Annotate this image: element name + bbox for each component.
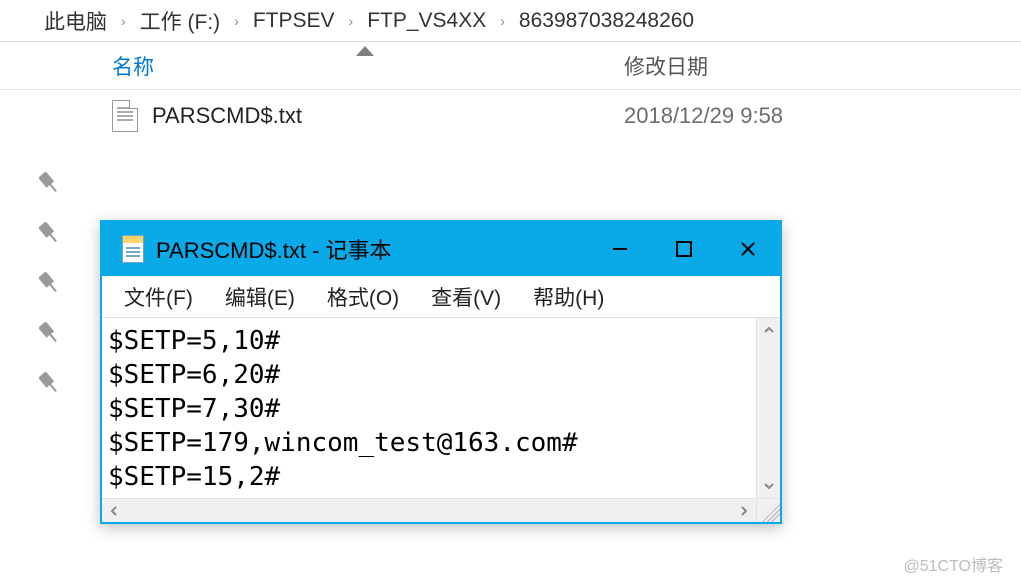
breadcrumb-item[interactable]: FTP_VS4XX — [363, 9, 490, 33]
breadcrumb-item[interactable]: 863987038248260 — [515, 9, 698, 33]
menu-edit[interactable]: 编辑(E) — [209, 278, 311, 316]
column-header-modified-label: 修改日期 — [624, 56, 708, 79]
minimize-button[interactable] — [588, 222, 652, 276]
breadcrumb[interactable]: 此电脑 › 工作 (F:) › FTPSEV › FTP_VS4XX › 863… — [0, 0, 1021, 42]
column-header-name-label: 名称 — [112, 51, 154, 81]
column-header-modified[interactable]: 修改日期 — [624, 51, 884, 81]
pin-icon[interactable] — [34, 168, 65, 199]
menu-view[interactable]: 查看(V) — [415, 278, 517, 316]
chevron-right-icon: › — [224, 13, 249, 29]
vertical-scrollbar[interactable] — [756, 318, 780, 498]
menubar: 文件(F) 编辑(E) 格式(O) 查看(V) 帮助(H) — [102, 276, 780, 318]
watermark: @51CTO博客 — [903, 552, 1003, 576]
titlebar[interactable]: PARSCMD$.txt - 记事本 — [102, 222, 780, 276]
scroll-down-icon[interactable] — [757, 474, 780, 498]
scroll-left-icon[interactable] — [102, 499, 126, 522]
scroll-up-icon[interactable] — [757, 318, 780, 342]
breadcrumb-item[interactable]: 此电脑 — [40, 6, 111, 36]
window-title: PARSCMD$.txt - 记事本 — [156, 233, 392, 265]
pin-icon[interactable] — [34, 318, 65, 349]
text-file-icon — [112, 100, 138, 132]
pin-icon[interactable] — [34, 268, 65, 299]
menu-format[interactable]: 格式(O) — [311, 278, 415, 316]
quick-access-pins — [38, 172, 60, 394]
editor-text[interactable]: $SETP=5,10# $SETP=6,20# $SETP=7,30# $SET… — [102, 318, 756, 498]
chevron-right-icon: › — [490, 13, 515, 29]
pin-icon[interactable] — [34, 218, 65, 249]
resize-grip-icon[interactable] — [756, 498, 780, 522]
file-name: PARSCMD$.txt — [152, 103, 302, 129]
file-row[interactable]: PARSCMD$.txt 2018/12/29 9:58 — [0, 90, 1021, 142]
notepad-icon — [122, 235, 144, 263]
editor-area: $SETP=5,10# $SETP=6,20# $SETP=7,30# $SET… — [102, 318, 780, 498]
sort-ascending-icon — [356, 46, 374, 56]
close-button[interactable] — [716, 222, 780, 276]
breadcrumb-item[interactable]: FTPSEV — [249, 9, 339, 33]
scroll-right-icon[interactable] — [732, 499, 756, 522]
column-header-row: 名称 修改日期 — [0, 42, 1021, 90]
notepad-window: PARSCMD$.txt - 记事本 文件(F) 编辑(E) 格式(O) 查看(… — [100, 220, 782, 524]
maximize-button[interactable] — [652, 222, 716, 276]
horizontal-scrollbar[interactable] — [102, 498, 756, 522]
chevron-right-icon: › — [339, 13, 364, 29]
file-modified-date: 2018/12/29 9:58 — [624, 103, 884, 129]
menu-help[interactable]: 帮助(H) — [517, 278, 620, 316]
pin-icon[interactable] — [34, 368, 65, 399]
breadcrumb-item[interactable]: 工作 (F:) — [136, 6, 224, 36]
menu-file[interactable]: 文件(F) — [108, 278, 209, 316]
chevron-right-icon: › — [111, 13, 136, 29]
